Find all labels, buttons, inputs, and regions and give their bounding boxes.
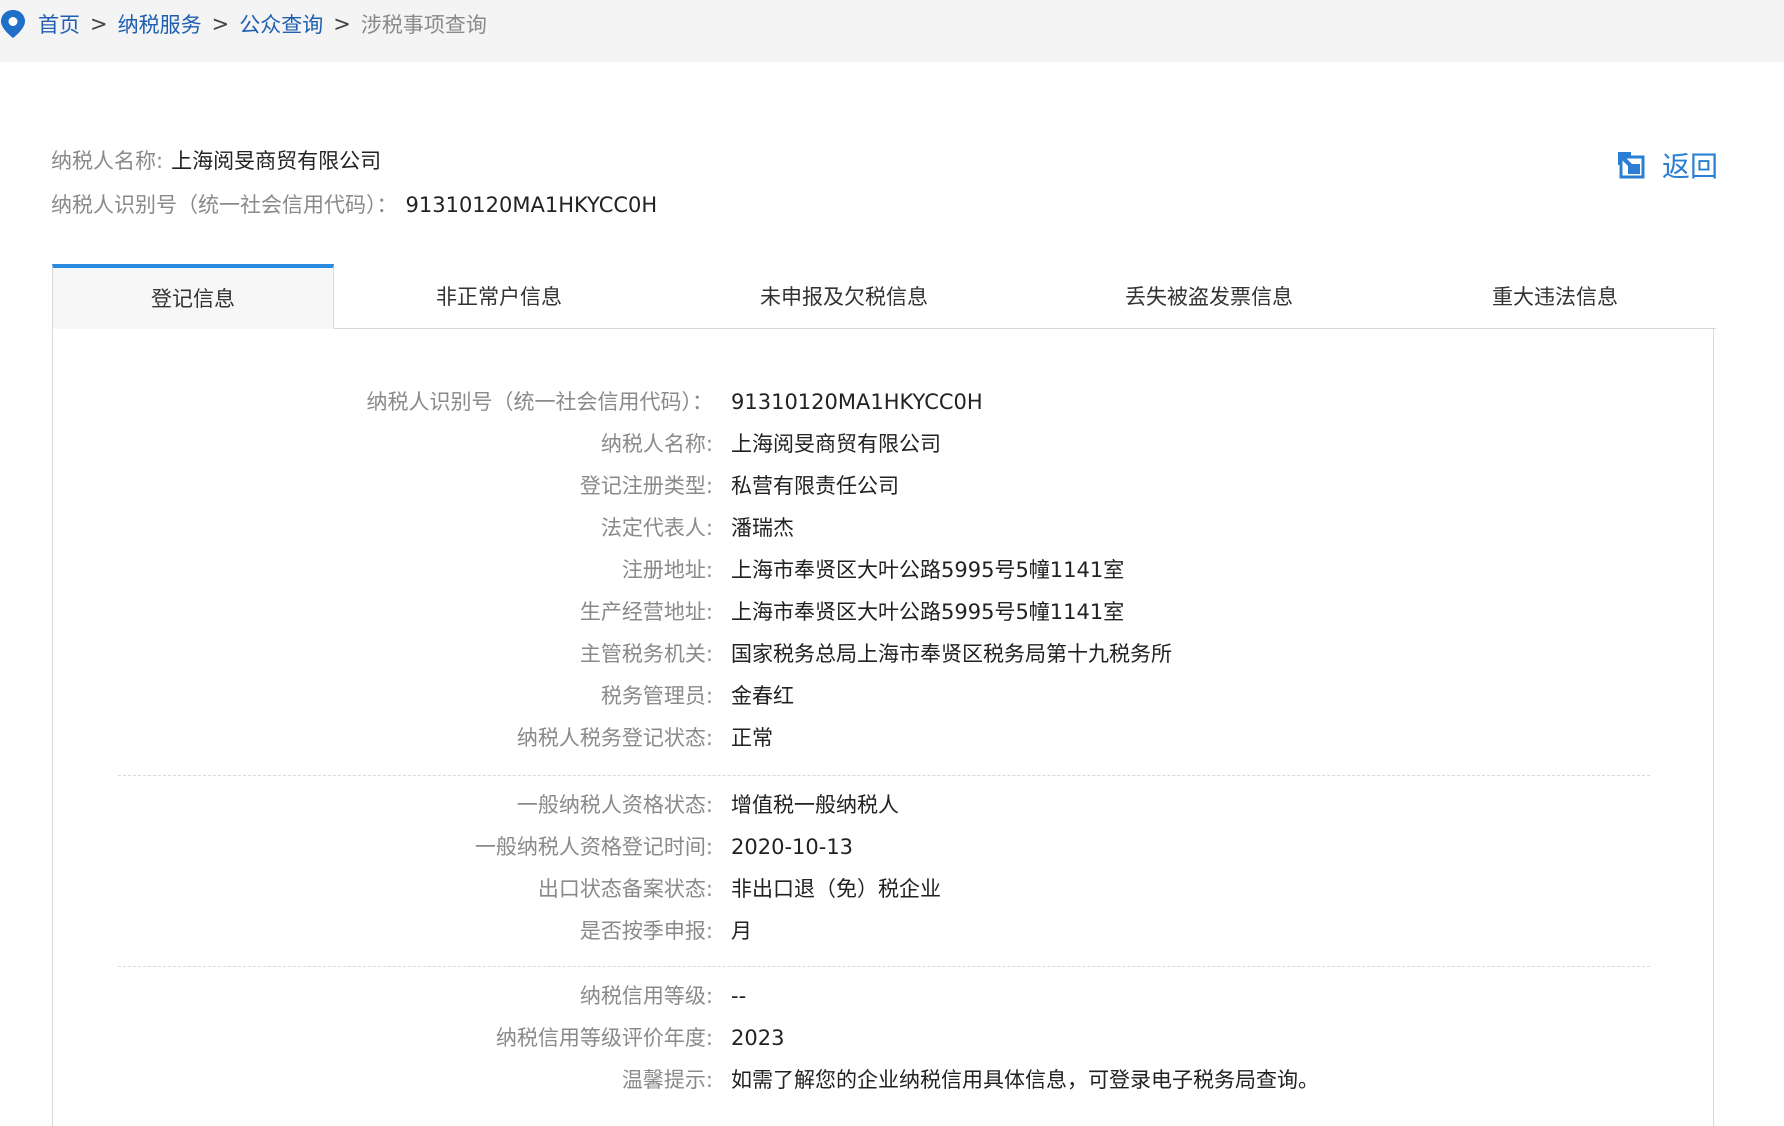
info-label: 主管税务机关: — [579, 642, 713, 666]
breadcrumb: 首页 > 纳税服务 > 公众查询 > 涉税事项查询 — [0, 0, 487, 48]
info-label: 一般纳税人资格登记时间: — [474, 835, 713, 859]
info-row-taxpayer-id: 纳税人识别号（统一社会信用代码）： 91310120MA1HKYCC0H — [53, 381, 1713, 423]
info-label: 纳税人识别号（统一社会信用代码）： — [366, 390, 714, 414]
info-label: 纳税信用等级评价年度: — [495, 1026, 713, 1050]
info-value: 上海阅旻商贸有限公司 — [731, 432, 941, 456]
info-row-general-taxpayer-date: 一般纳税人资格登记时间: 2020-10-13 — [53, 826, 1713, 868]
info-value: 91310120MA1HKYCC0H — [731, 390, 983, 414]
info-row-registration-status: 纳税人税务登记状态: 正常 — [53, 717, 1713, 759]
taxpayer-name-row: 纳税人名称: 上海阅旻商贸有限公司 — [51, 145, 657, 189]
info-row-quarterly-filing: 是否按季申报: 月 — [53, 910, 1713, 952]
info-value: 金春红 — [731, 684, 794, 708]
breadcrumb-separator: > — [90, 12, 108, 36]
info-row-credit-rating: 纳税信用等级: -- — [53, 975, 1713, 1017]
info-row-registered-address: 注册地址: 上海市奉贤区大叶公路5995号5幢1141室 — [53, 549, 1713, 591]
registration-panel: 纳税人识别号（统一社会信用代码）： 91310120MA1HKYCC0H 纳税人… — [52, 328, 1714, 1126]
location-pin-icon — [1, 10, 25, 38]
breadcrumb-public-query[interactable]: 公众查询 — [239, 9, 323, 39]
tab-registration-info[interactable]: 登记信息 — [52, 264, 334, 329]
info-row-taxpayer-name: 纳税人名称: 上海阅旻商贸有限公司 — [53, 423, 1713, 465]
info-row-tip: 温馨提示: 如需了解您的企业纳税信用具体信息，可登录电子税务局查询。 — [53, 1059, 1713, 1101]
info-label: 注册地址: — [621, 558, 713, 582]
tab-label: 未申报及欠税信息 — [760, 285, 928, 309]
breadcrumb-separator: > — [211, 12, 230, 36]
taxpayer-id-label: 纳税人识别号（统一社会信用代码）： — [51, 193, 398, 217]
breadcrumb-tax-service[interactable]: 纳税服务 — [118, 9, 202, 39]
info-value: 2023 — [731, 1026, 785, 1050]
info-label: 是否按季申报: — [579, 919, 713, 943]
info-value: 非出口退（免）税企业 — [731, 877, 941, 901]
breadcrumb-home[interactable]: 首页 — [38, 9, 80, 39]
info-value: 国家税务总局上海市奉贤区税务局第十九税务所 — [731, 642, 1172, 666]
info-label: 温馨提示: — [621, 1068, 713, 1092]
info-value: 2020-10-13 — [731, 835, 854, 859]
info-row-credit-year: 纳税信用等级评价年度: 2023 — [53, 1017, 1713, 1059]
taxpayer-name-label: 纳税人名称: — [51, 149, 164, 173]
tab-major-violation-info[interactable]: 重大违法信息 — [1394, 264, 1716, 328]
tab-label: 重大违法信息 — [1492, 285, 1618, 309]
info-row-export-status: 出口状态备案状态: 非出口退（免）税企业 — [53, 868, 1713, 910]
info-label: 一般纳税人资格状态: — [516, 793, 713, 817]
info-row-registration-type: 登记注册类型: 私营有限责任公司 — [53, 465, 1713, 507]
general-taxpayer-group: 一般纳税人资格状态: 增值税一般纳税人 一般纳税人资格登记时间: 2020-10… — [53, 784, 1713, 952]
info-label: 纳税人税务登记状态: — [516, 726, 713, 750]
info-row-tax-authority: 主管税务机关: 国家税务总局上海市奉贤区税务局第十九税务所 — [53, 633, 1713, 675]
info-value: 如需了解您的企业纳税信用具体信息，可登录电子税务局查询。 — [731, 1068, 1319, 1092]
info-label: 纳税信用等级: — [579, 984, 713, 1008]
info-row-business-address: 生产经营地址: 上海市奉贤区大叶公路5995号5幢1141室 — [53, 591, 1713, 633]
taxpayer-id-value: 91310120MA1HKYCC0H — [405, 193, 658, 217]
tab-label: 登记信息 — [151, 287, 235, 311]
info-label: 纳税人名称: — [600, 432, 713, 456]
info-row-legal-representative: 法定代表人: 潘瑞杰 — [53, 507, 1713, 549]
taxpayer-id-row: 纳税人识别号（统一社会信用代码）： 91310120MA1HKYCC0H — [51, 189, 657, 233]
tab-abnormal-household-info[interactable]: 非正常户信息 — [334, 264, 664, 328]
tab-lost-stolen-invoice-info[interactable]: 丢失被盗发票信息 — [1024, 264, 1394, 328]
taxpayer-header: 纳税人名称: 上海阅旻商贸有限公司 纳税人识别号（统一社会信用代码）： 9131… — [51, 145, 657, 233]
info-value: -- — [731, 984, 747, 1008]
info-label: 登记注册类型: — [579, 474, 713, 498]
info-value: 增值税一般纳税人 — [731, 793, 899, 817]
info-row-general-taxpayer-status: 一般纳税人资格状态: 增值税一般纳税人 — [53, 784, 1713, 826]
back-arrow-icon — [1618, 152, 1645, 179]
info-value: 私营有限责任公司 — [731, 474, 899, 498]
breadcrumb-bar: 首页 > 纳税服务 > 公众查询 > 涉税事项查询 — [0, 0, 1784, 62]
tab-label: 丢失被盗发票信息 — [1125, 285, 1293, 309]
back-button[interactable]: 返回 — [1616, 145, 1718, 185]
tab-label: 非正常户信息 — [436, 285, 562, 309]
tab-undeclared-arrears-info[interactable]: 未申报及欠税信息 — [664, 264, 1024, 328]
back-label: 返回 — [1662, 150, 1719, 183]
info-value: 正常 — [731, 726, 773, 750]
info-label: 出口状态备案状态: — [537, 877, 713, 901]
info-value: 潘瑞杰 — [731, 516, 794, 540]
tab-bar: 登记信息 非正常户信息 未申报及欠税信息 丢失被盗发票信息 重大违法信息 — [52, 264, 1716, 329]
info-label: 税务管理员: — [600, 684, 713, 708]
breadcrumb-separator: > — [333, 12, 351, 36]
info-value: 月 — [731, 919, 752, 943]
taxpayer-name-value: 上海阅旻商贸有限公司 — [171, 149, 382, 173]
info-row-tax-administrator: 税务管理员: 金春红 — [53, 675, 1713, 717]
info-value: 上海市奉贤区大叶公路5995号5幢1141室 — [731, 600, 1125, 624]
info-value: 上海市奉贤区大叶公路5995号5幢1141室 — [731, 558, 1125, 582]
info-label: 法定代表人: — [600, 516, 713, 540]
section-divider — [118, 966, 1650, 967]
info-label: 生产经营地址: — [579, 600, 713, 624]
breadcrumb-current: 涉税事项查询 — [360, 13, 487, 37]
credit-rating-group: 纳税信用等级: -- 纳税信用等级评价年度: 2023 温馨提示: 如需了解您的… — [53, 975, 1713, 1101]
basic-info-group: 纳税人识别号（统一社会信用代码）： 91310120MA1HKYCC0H 纳税人… — [53, 381, 1713, 759]
section-divider — [118, 775, 1650, 776]
